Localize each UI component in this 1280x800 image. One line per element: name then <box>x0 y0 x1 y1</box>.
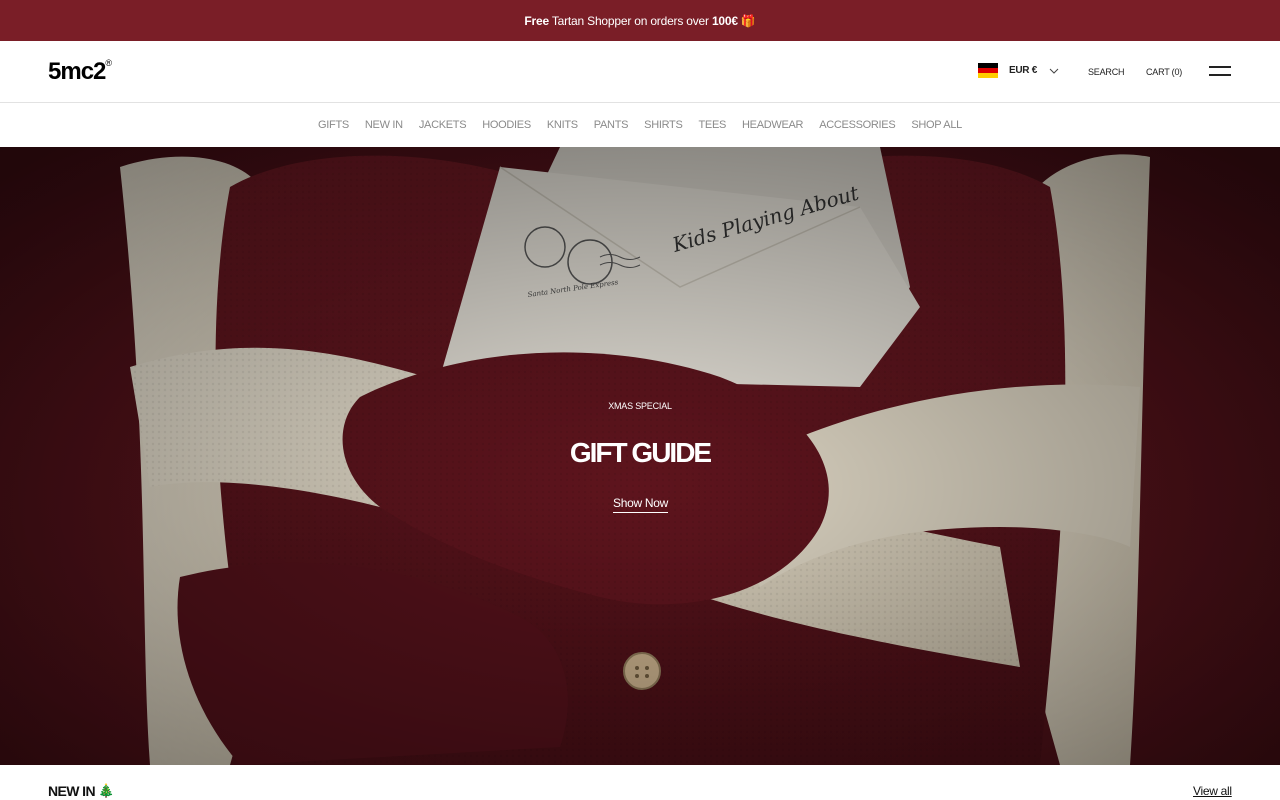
nav-item-gifts[interactable]: GIFTS <box>318 119 349 131</box>
nav-item-pants[interactable]: PANTS <box>594 119 629 131</box>
nav-item-shirts[interactable]: SHIRTS <box>644 119 683 131</box>
cart-link[interactable]: CART (0) <box>1146 67 1182 77</box>
nav-item-accessories[interactable]: ACCESSORIES <box>819 119 895 131</box>
site-header: 5mc2® EUR € SEARCH CART (0) <box>0 41 1280 103</box>
section-title: NEW IN 🎄 <box>48 783 114 799</box>
nav-item-hoodies[interactable]: HOODIES <box>482 119 531 131</box>
chevron-down-icon <box>1049 68 1059 74</box>
nav-item-jackets[interactable]: JACKETS <box>419 119 467 131</box>
gift-icon: 🎁 <box>740 13 756 28</box>
currency-selector[interactable]: EUR € <box>978 63 1059 78</box>
main-nav: GIFTS NEW IN JACKETS HOODIES KNITS PANTS… <box>0 103 1280 147</box>
christmas-tree-icon: 🎄 <box>97 783 114 798</box>
hero-banner[interactable]: Kids Playing About Santa North Pole Expr… <box>0 147 1280 765</box>
nav-item-headwear[interactable]: HEADWEAR <box>742 119 803 131</box>
hero-cta-link[interactable]: Show Now <box>613 496 668 513</box>
brand-logo[interactable]: 5mc2® <box>48 58 112 86</box>
search-link[interactable]: SEARCH <box>1088 67 1125 77</box>
section-title-text: NEW IN <box>48 783 96 799</box>
view-all-link[interactable]: View all <box>1193 784 1232 798</box>
flag-stripe-gold <box>978 73 998 78</box>
nav-item-new-in[interactable]: NEW IN <box>365 119 403 131</box>
menu-icon-line-top <box>1209 66 1231 68</box>
announcement-text: Tartan Shopper on orders over <box>548 13 712 28</box>
nav-item-shop-all[interactable]: SHOP ALL <box>911 119 962 131</box>
nav-item-tees[interactable]: TEES <box>699 119 727 131</box>
hero-eyebrow: XMAS SPECIAL <box>608 401 672 411</box>
hero-overlay: XMAS SPECIAL GIFT GUIDE Show Now <box>0 147 1280 765</box>
menu-icon-line-bottom <box>1209 74 1231 76</box>
nav-item-knits[interactable]: KNITS <box>547 119 578 131</box>
logo-mark: ® <box>105 58 113 68</box>
germany-flag-icon <box>978 63 998 78</box>
logo-text: 5mc2 <box>48 58 106 85</box>
announcement-bar: Free Tartan Shopper on orders over 100€ … <box>0 0 1280 41</box>
hero-title: GIFT GUIDE <box>569 437 712 468</box>
menu-icon[interactable] <box>1209 65 1231 77</box>
currency-label: EUR € <box>1009 65 1037 76</box>
announcement-amount: 100€ <box>711 13 738 28</box>
announcement-free: Free <box>524 13 549 28</box>
